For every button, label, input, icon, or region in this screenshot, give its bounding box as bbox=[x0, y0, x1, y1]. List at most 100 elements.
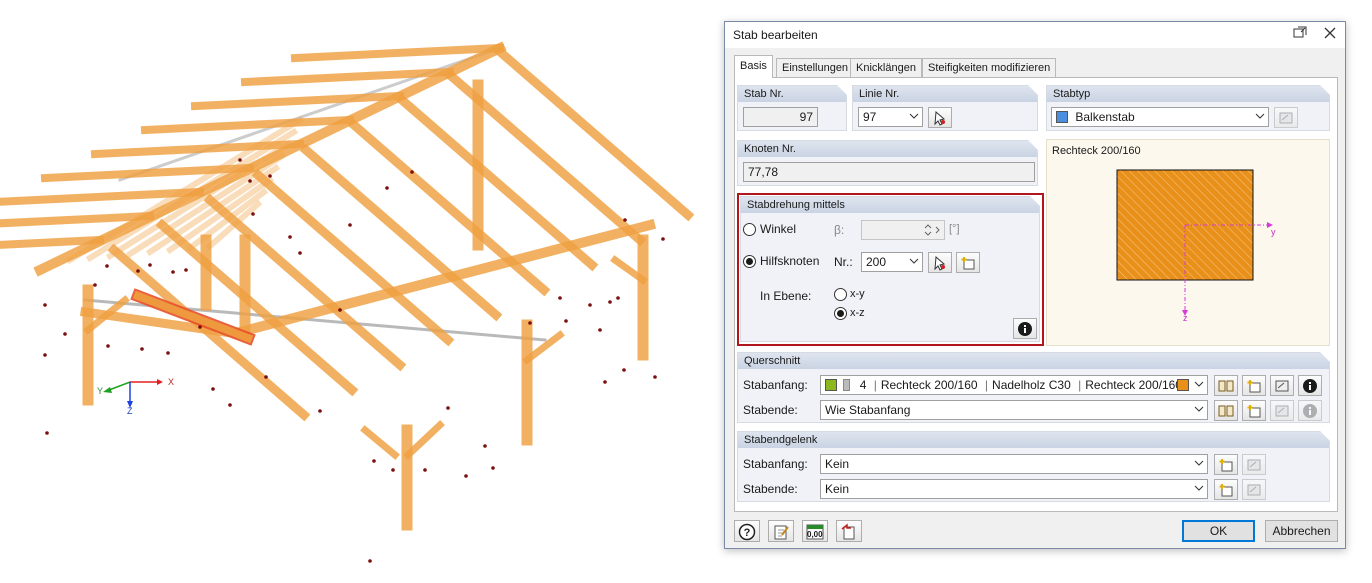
ok-button[interactable]: OK bbox=[1182, 520, 1255, 542]
node-point[interactable] bbox=[140, 347, 144, 351]
roof-structure-model[interactable] bbox=[0, 0, 720, 580]
edit-comment-button[interactable] bbox=[768, 520, 794, 542]
node-point[interactable] bbox=[623, 218, 627, 222]
node-point[interactable] bbox=[423, 468, 427, 472]
edit-section-button-end[interactable] bbox=[1270, 400, 1294, 421]
rafter-left[interactable] bbox=[290, 43, 505, 63]
section-info-button-end[interactable] bbox=[1298, 400, 1322, 421]
node-point[interactable] bbox=[184, 268, 188, 272]
new-section-button-end[interactable] bbox=[1242, 400, 1266, 421]
node-point[interactable] bbox=[661, 237, 665, 241]
node-point[interactable] bbox=[385, 186, 389, 190]
node-point[interactable] bbox=[464, 474, 468, 478]
node-point[interactable] bbox=[608, 300, 612, 304]
node-point[interactable] bbox=[528, 321, 532, 325]
radio-plane-xy[interactable] bbox=[834, 288, 847, 301]
dialog-titlebar[interactable]: Stab bearbeiten bbox=[725, 22, 1345, 48]
numeric-values-button[interactable]: 0,00 bbox=[802, 520, 828, 542]
library-button[interactable] bbox=[1214, 375, 1238, 396]
restore-icon[interactable] bbox=[1289, 25, 1311, 45]
rafter-left[interactable] bbox=[240, 67, 455, 87]
rafter-right[interactable] bbox=[491, 43, 695, 222]
node-point[interactable] bbox=[483, 444, 487, 448]
knee-brace[interactable] bbox=[403, 420, 445, 460]
node-point[interactable] bbox=[318, 409, 322, 413]
hilfsknoten-nr-select[interactable]: 200 bbox=[861, 252, 923, 272]
node-point[interactable] bbox=[288, 235, 292, 239]
node-point[interactable] bbox=[148, 263, 152, 267]
close-icon[interactable] bbox=[1319, 25, 1341, 45]
knee-brace[interactable] bbox=[360, 425, 400, 460]
help-button[interactable]: ? bbox=[734, 520, 760, 542]
qs-anfang-select[interactable]: 4 | Rechteck 200/160 | Nadelholz C30 | Rech… bbox=[820, 375, 1208, 395]
edit-hinge-button[interactable] bbox=[1242, 454, 1266, 475]
node-point[interactable] bbox=[248, 179, 252, 183]
node-point[interactable] bbox=[136, 269, 140, 273]
node-point[interactable] bbox=[391, 468, 395, 472]
node-point[interactable] bbox=[338, 308, 342, 312]
node-point[interactable] bbox=[198, 325, 202, 329]
node-point[interactable] bbox=[564, 319, 568, 323]
library-button-end[interactable] bbox=[1214, 400, 1238, 421]
node-point[interactable] bbox=[348, 223, 352, 227]
new-section-button[interactable] bbox=[1242, 375, 1266, 396]
edit-section-button[interactable] bbox=[1270, 375, 1294, 396]
gelenk-ende-select[interactable]: Kein bbox=[820, 479, 1208, 499]
node-point[interactable] bbox=[268, 174, 272, 178]
node-point[interactable] bbox=[171, 270, 175, 274]
node-point[interactable] bbox=[251, 212, 255, 216]
node-point[interactable] bbox=[298, 251, 302, 255]
tab-einstellungen[interactable]: Einstellungen bbox=[776, 58, 855, 77]
node-point[interactable] bbox=[43, 353, 47, 357]
edit-stabtyp-button[interactable] bbox=[1274, 107, 1298, 128]
section-info-button[interactable] bbox=[1298, 375, 1322, 396]
node-point[interactable] bbox=[446, 406, 450, 410]
node-point[interactable] bbox=[45, 431, 49, 435]
edit-hinge-button-end[interactable] bbox=[1242, 479, 1266, 500]
node-point[interactable] bbox=[211, 387, 215, 391]
node-point[interactable] bbox=[105, 264, 109, 268]
node-point[interactable] bbox=[616, 296, 620, 300]
node-point[interactable] bbox=[372, 459, 376, 463]
node-point[interactable] bbox=[598, 328, 602, 332]
node-point[interactable] bbox=[622, 368, 626, 372]
new-hinge-button[interactable] bbox=[1214, 454, 1238, 475]
cancel-button[interactable]: Abbrechen bbox=[1265, 520, 1338, 542]
node-point[interactable] bbox=[43, 303, 47, 307]
node-point[interactable] bbox=[410, 170, 414, 174]
radio-winkel[interactable] bbox=[743, 223, 756, 236]
rafter-left[interactable] bbox=[140, 115, 355, 135]
rafter-right[interactable] bbox=[347, 118, 551, 297]
node-point[interactable] bbox=[238, 158, 242, 162]
rafter-right[interactable] bbox=[395, 93, 599, 272]
node-point[interactable] bbox=[588, 303, 592, 307]
gelenk-anfang-select[interactable]: Kein bbox=[820, 454, 1208, 474]
node-point[interactable] bbox=[106, 344, 110, 348]
node-point[interactable] bbox=[228, 403, 232, 407]
node-point[interactable] bbox=[653, 375, 657, 379]
ridge-shadow[interactable] bbox=[118, 46, 502, 182]
tab-steifigkeiten[interactable]: Steifigkeiten modifizieren bbox=[922, 58, 1057, 77]
node-point[interactable] bbox=[166, 351, 170, 355]
pick-node-button[interactable] bbox=[928, 252, 952, 273]
linie-nr-select[interactable]: 97 bbox=[858, 107, 923, 127]
tab-basis[interactable]: Basis bbox=[734, 55, 773, 78]
radio-hilfsknoten[interactable] bbox=[743, 255, 756, 268]
copy-settings-button[interactable] bbox=[836, 520, 862, 542]
node-point[interactable] bbox=[558, 296, 562, 300]
info-button[interactable] bbox=[1013, 318, 1037, 339]
node-point[interactable] bbox=[63, 332, 67, 336]
node-point[interactable] bbox=[491, 466, 495, 470]
tab-knicklaengen[interactable]: Knicklängen bbox=[850, 58, 922, 77]
new-hinge-button-end[interactable] bbox=[1214, 479, 1238, 500]
node-point[interactable] bbox=[93, 283, 97, 287]
model-viewport[interactable]: X Y Z bbox=[0, 0, 720, 580]
rafter-left[interactable] bbox=[190, 91, 405, 111]
node-point[interactable] bbox=[368, 559, 372, 563]
stabtyp-select[interactable]: Balkenstab bbox=[1051, 107, 1269, 127]
radio-plane-xz[interactable] bbox=[834, 307, 847, 320]
node-point[interactable] bbox=[264, 375, 268, 379]
qs-ende-select[interactable]: Wie Stabanfang bbox=[820, 400, 1208, 420]
node-point[interactable] bbox=[603, 380, 607, 384]
new-node-button[interactable] bbox=[956, 252, 980, 273]
